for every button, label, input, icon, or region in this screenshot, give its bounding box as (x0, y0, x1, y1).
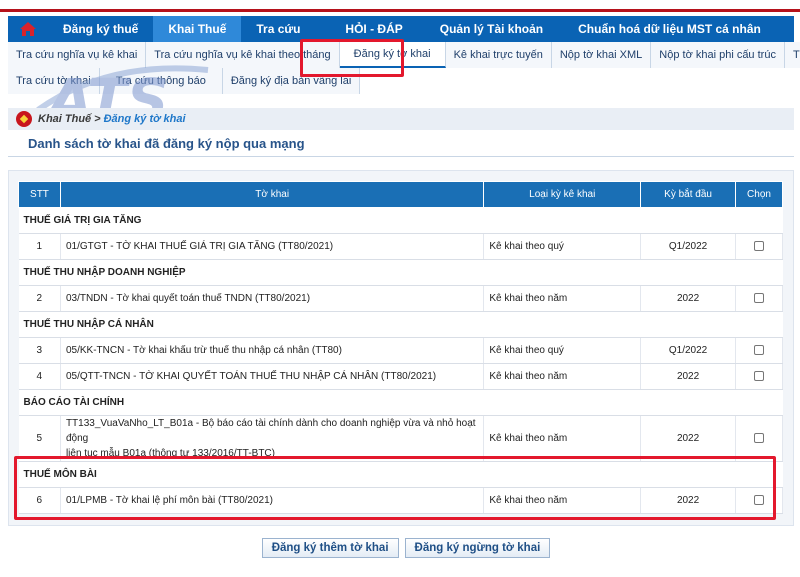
row-select-cell (735, 337, 783, 364)
top-strip (0, 0, 800, 14)
col-header-form: Tờ khai (59, 181, 485, 208)
sub-trinh-ky[interactable]: Trình ký (784, 42, 800, 68)
group-label: THUẾ GIÁ TRỊ GIA TĂNG (18, 207, 783, 234)
table-row: 1 01/GTGT - TỜ KHAI THUẾ GIÁ TRỊ GIA TĂN… (18, 233, 783, 260)
row-start-period: 2022 (640, 285, 737, 312)
table-header-row: STT Tờ khai Loại kỳ kê khai Kỳ bắt đầu C… (18, 181, 783, 208)
row-checkbox[interactable] (754, 433, 764, 444)
row-period-type: Kê khai theo quý (483, 337, 642, 364)
row-start-period: 2022 (640, 415, 737, 462)
sub-tra-cuu-thong-bao[interactable]: Tra cứu thông báo (99, 68, 223, 94)
breadcrumb: Khai Thuế > Đăng ký tờ khai (8, 108, 794, 130)
sub-tra-cuu-nghia-vu-thang[interactable]: Tra cứu nghĩa vụ kê khai theo tháng (146, 42, 340, 68)
col-header-period-type: Loại kỳ kê khai (483, 181, 642, 208)
row-select-cell (735, 363, 783, 390)
row-stt: 3 (18, 337, 61, 364)
page: Đăng ký thuế Khai Thuế Tra cứu HỎI - ĐÁP… (0, 0, 800, 577)
row-checkbox[interactable] (754, 293, 764, 304)
breadcrumb-current[interactable]: Đăng ký tờ khai (104, 113, 186, 125)
sub-dang-ky-dia-ban[interactable]: Đăng ký địa bàn vãng lai (222, 68, 361, 94)
nav-dang-ky-thue[interactable]: Đăng ký thuế (48, 16, 153, 42)
declaration-table: STT Tờ khai Loại kỳ kê khai Kỳ bắt đầu C… (18, 181, 783, 514)
group-label: THUẾ MÔN BÀI (18, 461, 783, 488)
col-header-stt: STT (18, 181, 61, 208)
row-stt: 4 (18, 363, 61, 390)
group-label: THUẾ THU NHẬP CÁ NHÂN (18, 311, 783, 338)
row-checkbox[interactable] (754, 495, 764, 506)
row-period-type: Kê khai theo năm (483, 363, 642, 390)
row-start-period: Q1/2022 (640, 233, 737, 260)
group-row: THUẾ GIÁ TRỊ GIA TĂNG (18, 207, 783, 234)
home-icon (20, 22, 36, 36)
group-row: BÁO CÁO TÀI CHÍNH (18, 389, 783, 416)
sub-nop-to-khai-phi-cau-truc[interactable]: Nộp tờ khai phi cấu trúc (651, 42, 785, 68)
group-row: THUẾ THU NHẬP CÁ NHÂN (18, 311, 783, 338)
row-stt: 2 (18, 285, 61, 312)
nav-chuan-hoa-mst[interactable]: Chuẩn hoá dữ liệu MST cá nhân (558, 16, 776, 42)
row-form: 03/TNDN - Tờ khai quyết toán thuế TNDN (… (60, 285, 485, 312)
breadcrumb-separator: > (94, 113, 101, 125)
row-select-cell (735, 415, 783, 462)
row-stt: 5 (18, 415, 61, 462)
row-select-cell (735, 233, 783, 260)
nav-tra-cuu[interactable]: Tra cứu (241, 16, 315, 42)
breadcrumb-parent[interactable]: Khai Thuế (38, 113, 91, 125)
table-panel: STT Tờ khai Loại kỳ kê khai Kỳ bắt đầu C… (8, 170, 794, 526)
row-form-line-2: liên tục mẫu B01a (thông tư 133/2016/TT-… (65, 448, 275, 459)
row-stt: 1 (18, 233, 61, 260)
col-header-select: Chọn (735, 181, 783, 208)
brand-red-line (0, 9, 800, 12)
page-title: Danh sách tờ khai đã đăng ký nộp qua mạn… (28, 136, 305, 151)
row-form: TT133_VuaVaNho_LT_B01a - Bộ báo cáo tài … (60, 415, 485, 462)
row-form-line-1: TT133_VuaVaNho_LT_B01a - Bộ báo cáo tài … (65, 418, 476, 444)
sub-tra-cuu-to-khai[interactable]: Tra cứu tờ khai (8, 68, 100, 94)
group-row: THUẾ MÔN BÀI (18, 461, 783, 488)
row-form: 01/LPMB - Tờ khai lệ phí môn bài (TT80/2… (60, 487, 485, 514)
sub-ke-khai-truc-tuyen[interactable]: Kê khai trực tuyến (445, 42, 552, 68)
row-checkbox[interactable] (754, 345, 764, 356)
row-form: 05/KK-TNCN - Tờ khai khấu trừ thuế thu n… (60, 337, 485, 364)
sub-dang-ky-to-khai[interactable]: Đăng ký tờ khai (339, 42, 446, 68)
sub-tra-cuu-nghia-vu[interactable]: Tra cứu nghĩa vụ kê khai (8, 42, 147, 68)
sub-nop-to-khai-xml[interactable]: Nộp tờ khai XML (551, 42, 652, 68)
nav-quan-ly-tai-khoan[interactable]: Quản lý Tài khoản (425, 16, 558, 42)
row-select-cell (735, 285, 783, 312)
row-checkbox[interactable] (754, 241, 764, 252)
col-header-start-period: Kỳ bắt đầu (640, 181, 737, 208)
table-row: 5 TT133_VuaVaNho_LT_B01a - Bộ báo cáo tà… (18, 415, 783, 462)
stop-register-button[interactable]: Đăng ký ngừng tờ khai (404, 538, 551, 558)
row-select-cell (735, 487, 783, 514)
group-row: THUẾ THU NHẬP DOANH NGHIỆP (18, 259, 783, 286)
group-label: BÁO CÁO TÀI CHÍNH (18, 389, 783, 416)
emblem-icon (16, 111, 32, 127)
nav-khai-thue[interactable]: Khai Thuế (153, 16, 242, 42)
row-period-type: Kê khai theo năm (483, 285, 642, 312)
table-row: 3 05/KK-TNCN - Tờ khai khấu trừ thuế thu… (18, 337, 783, 364)
row-checkbox[interactable] (754, 371, 764, 382)
row-start-period: 2022 (640, 487, 737, 514)
row-form: 05/QTT-TNCN - TỜ KHAI QUYẾT TOÁN THUẾ TH… (60, 363, 485, 390)
row-stt: 6 (18, 487, 61, 514)
action-buttons: Đăng ký thêm tờ khai Đăng ký ngừng tờ kh… (0, 538, 800, 558)
row-start-period: Q1/2022 (640, 337, 737, 364)
sub-nav: Tra cứu nghĩa vụ kê khai Tra cứu nghĩa v… (8, 42, 800, 94)
main-nav: Đăng ký thuế Khai Thuế Tra cứu HỎI - ĐÁP… (8, 16, 794, 42)
row-period-type: Kê khai theo năm (483, 487, 642, 514)
row-period-type: Kê khai theo quý (483, 233, 642, 260)
table-row: 2 03/TNDN - Tờ khai quyết toán thuế TNDN… (18, 285, 783, 312)
sub-nav-row-1: Tra cứu nghĩa vụ kê khai Tra cứu nghĩa v… (8, 42, 800, 68)
table-row: 4 05/QTT-TNCN - TỜ KHAI QUYẾT TOÁN THUẾ … (18, 363, 783, 390)
row-form: 01/GTGT - TỜ KHAI THUẾ GIÁ TRỊ GIA TĂNG … (60, 233, 485, 260)
register-more-button[interactable]: Đăng ký thêm tờ khai (261, 538, 399, 558)
row-period-type: Kê khai theo năm (483, 415, 642, 462)
row-start-period: 2022 (640, 363, 737, 390)
table-row: 6 01/LPMB - Tờ khai lệ phí môn bài (TT80… (18, 487, 783, 514)
nav-hoi-dap[interactable]: HỎI - ĐÁP (315, 16, 424, 42)
group-label: THUẾ THU NHẬP DOANH NGHIỆP (18, 259, 783, 286)
sub-nav-row-2: Tra cứu tờ khai Tra cứu thông báo Đăng k… (8, 68, 361, 94)
home-button[interactable] (8, 16, 48, 42)
title-divider (8, 156, 794, 157)
